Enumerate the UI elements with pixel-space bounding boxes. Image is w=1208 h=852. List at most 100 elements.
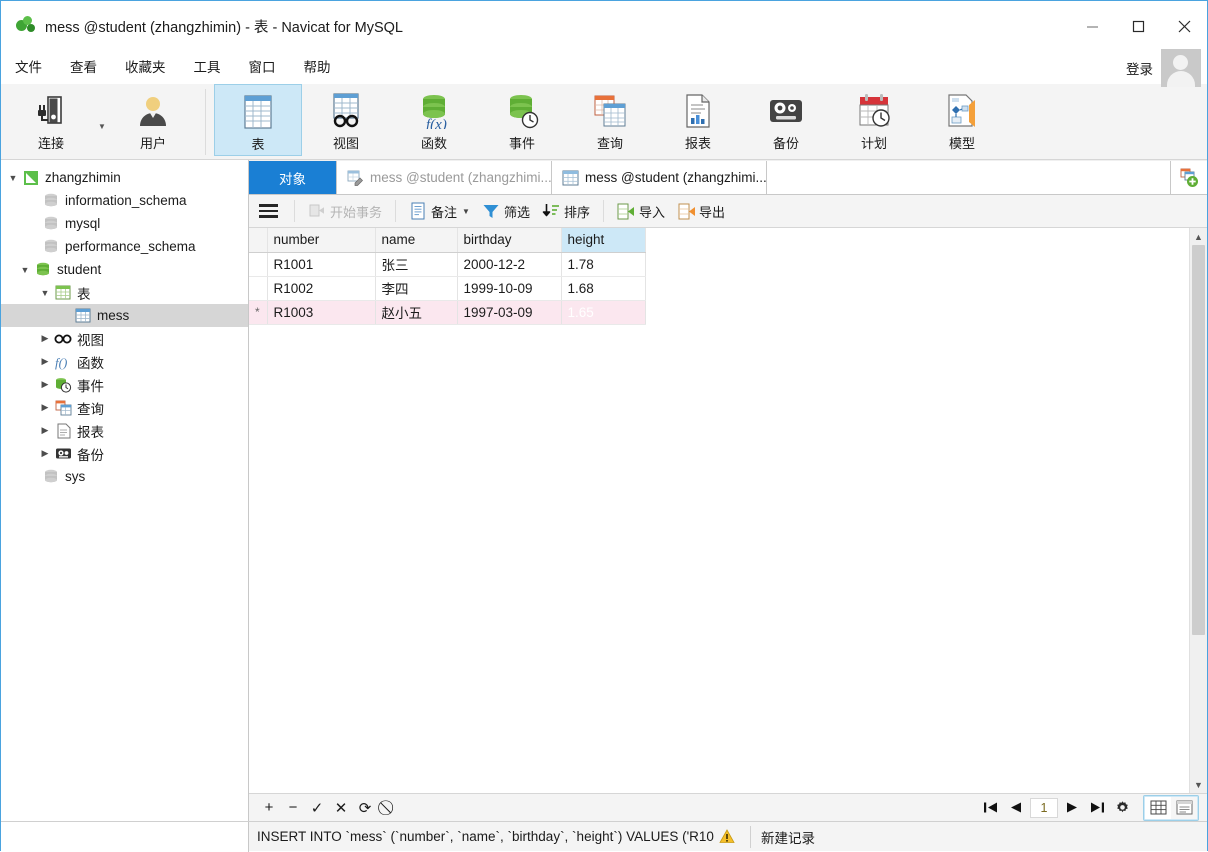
- gear-icon[interactable]: [1110, 797, 1135, 819]
- previous-record-icon[interactable]: [1003, 797, 1028, 819]
- cell-birthday[interactable]: 1997-03-09: [457, 300, 562, 325]
- note-button[interactable]: 备注 ▼: [403, 198, 476, 225]
- warning-icon[interactable]: [714, 829, 740, 844]
- sidebar-item-backups[interactable]: ▶ 备份: [1, 442, 248, 465]
- sort-button[interactable]: 排序: [536, 198, 596, 225]
- refresh-button[interactable]: ⟳: [353, 797, 377, 819]
- maximize-icon[interactable]: [1115, 1, 1161, 51]
- menu-favorites[interactable]: 收藏夹: [111, 52, 180, 84]
- toolbar-button-user[interactable]: 用户: [109, 84, 197, 156]
- stop-button[interactable]: ⃠: [377, 797, 401, 819]
- export-button[interactable]: 导出: [671, 198, 731, 225]
- cell-number[interactable]: R1001: [267, 252, 376, 277]
- sidebar-item-information-schema[interactable]: information_schema: [1, 189, 248, 212]
- cell-height[interactable]: 1.68: [561, 276, 646, 301]
- row-marker[interactable]: [249, 276, 268, 301]
- begin-transaction-button[interactable]: 开始事务: [302, 198, 388, 225]
- menu-file[interactable]: 文件: [1, 52, 56, 84]
- tab-objects[interactable]: 对象: [249, 161, 337, 194]
- close-icon[interactable]: [1161, 1, 1207, 51]
- table-row[interactable]: R1001 张三 2000-12-2 1.78: [249, 252, 646, 277]
- object-tree-sidebar[interactable]: ▼ zhangzhimin information_schema mysql p…: [1, 160, 249, 821]
- sidebar-item-zhangzhimin[interactable]: ▼ zhangzhimin: [1, 166, 248, 189]
- avatar[interactable]: [1161, 49, 1201, 87]
- chevron-down-icon[interactable]: ▼: [17, 258, 33, 281]
- row-marker-editing[interactable]: *: [249, 300, 268, 325]
- toolbar-button-query[interactable]: 查询: [566, 84, 654, 156]
- toolbar-button-schedule[interactable]: 计划: [830, 84, 918, 156]
- sidebar-item-reports[interactable]: ▶ 报表: [1, 419, 248, 442]
- toolbar-button-event[interactable]: 事件: [478, 84, 566, 156]
- sidebar-item-views[interactable]: ▶ 视图: [1, 327, 248, 350]
- grid-view-icon[interactable]: [1145, 796, 1171, 819]
- column-header-number[interactable]: number: [267, 228, 376, 253]
- sidebar-item-performance-schema[interactable]: performance_schema: [1, 235, 248, 258]
- toolbar-button-table[interactable]: 表: [214, 84, 302, 156]
- sidebar-item-events[interactable]: ▶ 事件: [1, 373, 248, 396]
- import-button[interactable]: 导入: [611, 198, 671, 225]
- cell-name[interactable]: 李四: [375, 276, 458, 301]
- cell-number[interactable]: R1002: [267, 276, 376, 301]
- cell-name[interactable]: 赵小五: [375, 300, 458, 325]
- column-header-name[interactable]: name: [375, 228, 458, 253]
- chevron-right-icon[interactable]: ▶: [37, 396, 53, 419]
- chevron-right-icon[interactable]: ▶: [37, 442, 53, 465]
- sidebar-item-mysql[interactable]: mysql: [1, 212, 248, 235]
- chevron-right-icon[interactable]: ▶: [37, 350, 53, 373]
- vertical-scrollbar[interactable]: ▲ ▼: [1189, 228, 1207, 793]
- chevron-down-icon[interactable]: ▼: [37, 281, 53, 304]
- scroll-up-icon[interactable]: ▲: [1190, 228, 1207, 245]
- last-record-icon[interactable]: [1085, 797, 1110, 819]
- cell-number[interactable]: R1003: [267, 300, 376, 325]
- page-number-input[interactable]: 1: [1030, 797, 1058, 818]
- sidebar-item-mess[interactable]: mess: [1, 304, 248, 327]
- minimize-icon[interactable]: [1069, 1, 1115, 51]
- data-grid[interactable]: number name birthday height R1001 张三 200…: [249, 228, 1189, 793]
- tab-table-designer[interactable]: mess @student (zhangzhimi...: [337, 161, 552, 194]
- cell-height-selected[interactable]: 1.65: [561, 300, 646, 325]
- connection-dropdown-caret[interactable]: ▼: [95, 84, 109, 156]
- cell-height[interactable]: 1.78: [561, 252, 646, 277]
- scroll-down-icon[interactable]: ▼: [1190, 776, 1207, 793]
- login-link[interactable]: 登录: [1126, 58, 1161, 78]
- form-view-icon[interactable]: [1171, 796, 1197, 819]
- hamburger-icon[interactable]: [255, 200, 281, 222]
- scrollbar-thumb[interactable]: [1192, 245, 1205, 635]
- chevron-down-icon[interactable]: ▼: [462, 207, 470, 216]
- chevron-right-icon[interactable]: ▶: [37, 327, 53, 350]
- sidebar-item-student[interactable]: ▼ student: [1, 258, 248, 281]
- sidebar-item-tables-folder[interactable]: ▼ 表: [1, 281, 248, 304]
- apply-change-button[interactable]: ✓: [305, 797, 329, 819]
- sidebar-item-queries[interactable]: ▶ 查询: [1, 396, 248, 419]
- first-record-icon[interactable]: [978, 797, 1003, 819]
- row-marker[interactable]: [249, 252, 268, 277]
- new-query-plus-icon[interactable]: [1171, 161, 1207, 194]
- discard-change-button[interactable]: ✕: [329, 797, 353, 819]
- chevron-right-icon[interactable]: ▶: [37, 419, 53, 442]
- tab-table-data[interactable]: mess @student (zhangzhimi...: [552, 161, 767, 194]
- add-record-button[interactable]: +: [257, 797, 281, 819]
- menu-help[interactable]: 帮助: [290, 52, 345, 84]
- column-header-height[interactable]: height: [561, 228, 646, 253]
- sidebar-item-functions[interactable]: ▶ f() 函数: [1, 350, 248, 373]
- menu-window[interactable]: 窗口: [235, 52, 290, 84]
- menu-tools[interactable]: 工具: [180, 52, 235, 84]
- next-record-icon[interactable]: [1060, 797, 1085, 819]
- table-row[interactable]: * R1003 赵小五 1997-03-09 1.65: [249, 300, 646, 325]
- toolbar-button-backup[interactable]: 备份: [742, 84, 830, 156]
- sidebar-item-sys[interactable]: sys: [1, 465, 248, 488]
- toolbar-button-connection[interactable]: 连接: [7, 84, 95, 156]
- toolbar-button-report[interactable]: 报表: [654, 84, 742, 156]
- filter-button[interactable]: 筛选: [476, 198, 536, 225]
- column-header-birthday[interactable]: birthday: [457, 228, 562, 253]
- toolbar-button-function[interactable]: f(x) 函数: [390, 84, 478, 156]
- chevron-right-icon[interactable]: ▶: [37, 373, 53, 396]
- table-row[interactable]: R1002 李四 1999-10-09 1.68: [249, 276, 646, 301]
- scrollbar-track[interactable]: [1192, 635, 1205, 776]
- cell-birthday[interactable]: 1999-10-09: [457, 276, 562, 301]
- delete-record-button[interactable]: −: [281, 797, 305, 819]
- toolbar-button-model[interactable]: 模型: [918, 84, 1006, 156]
- cell-name[interactable]: 张三: [375, 252, 458, 277]
- cell-birthday[interactable]: 2000-12-2: [457, 252, 562, 277]
- chevron-down-icon[interactable]: ▼: [5, 166, 21, 189]
